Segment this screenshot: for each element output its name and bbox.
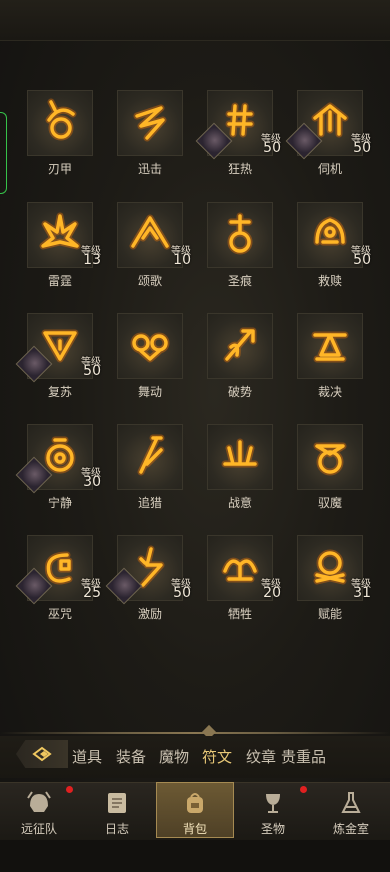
rune-tile xyxy=(207,202,273,268)
collapse-button[interactable] xyxy=(16,740,68,768)
nav-item[interactable]: 炼金室 xyxy=(312,782,390,838)
level-value: 50 xyxy=(353,140,371,156)
nav-label: 炼金室 xyxy=(332,822,369,836)
level-value: 20 xyxy=(263,585,281,601)
rune-name: 狂热 xyxy=(227,162,252,176)
backpack-icon xyxy=(187,793,203,813)
nav-label: 日志 xyxy=(104,822,129,836)
rune-tile xyxy=(207,424,273,490)
tab-category[interactable]: 装备 xyxy=(116,746,146,767)
rune-name: 复苏 xyxy=(47,385,72,399)
rune-name: 宁静 xyxy=(47,496,72,510)
nav-label: 圣物 xyxy=(260,822,285,836)
rune-name: 圣痕 xyxy=(227,274,252,288)
rune-name: 救赎 xyxy=(317,274,342,288)
helmet-icon xyxy=(27,791,51,812)
rune-name: 战意 xyxy=(227,496,252,510)
rune-glyph-icon xyxy=(223,327,257,363)
scroll-icon xyxy=(108,793,126,813)
rune-name: 巫咒 xyxy=(47,607,72,621)
rune-name: 追猎 xyxy=(137,496,162,510)
alchemy-icon xyxy=(341,792,361,813)
rune-name: 颂歌 xyxy=(137,274,162,288)
rune-name: 雷霆 xyxy=(47,274,72,288)
tab-category[interactable]: 道具 xyxy=(72,746,102,767)
level-value: 50 xyxy=(173,585,191,601)
level-value: 50 xyxy=(83,363,101,379)
rune-name: 迅击 xyxy=(137,162,162,176)
rune-tile xyxy=(117,90,183,156)
rune-name: 破势 xyxy=(227,385,252,399)
rune-tile xyxy=(297,313,363,379)
rune-name: 裁决 xyxy=(317,385,342,399)
tab-category[interactable]: 符文 xyxy=(202,746,232,767)
rune-tile xyxy=(117,313,183,379)
rune-glyph-icon xyxy=(311,331,349,363)
level-value: 13 xyxy=(83,252,101,268)
notification-badge xyxy=(66,786,73,793)
chalice-icon xyxy=(266,794,280,813)
rune-glyph-icon xyxy=(130,332,170,363)
rune-tile xyxy=(297,424,363,490)
diamond-arrow-icon xyxy=(32,746,52,762)
rune-name: 驭魔 xyxy=(317,496,342,510)
footer-bar xyxy=(0,840,390,872)
rune-glyph-icon xyxy=(313,442,347,476)
rune-tile xyxy=(117,424,183,490)
nav-label: 远征队 xyxy=(20,822,57,836)
rune-glyph-icon xyxy=(227,212,253,255)
rune-tile xyxy=(27,90,93,156)
nav-item[interactable]: 圣物 xyxy=(234,782,312,838)
rune-name: 激励 xyxy=(137,607,162,621)
tab-category[interactable]: 纹章 xyxy=(246,746,276,767)
rune-name: 伺机 xyxy=(317,162,342,176)
nav-item[interactable]: 背包 xyxy=(156,782,234,838)
nav-label: 背包 xyxy=(182,822,207,836)
nav-item[interactable]: 远征队 xyxy=(0,782,78,838)
divider xyxy=(0,732,390,734)
rune-name: 牺牲 xyxy=(227,607,252,621)
rune-glyph-icon xyxy=(137,434,165,476)
notification-badge xyxy=(300,786,307,793)
rune-glyph-icon xyxy=(45,98,77,141)
rune-name: 刃甲 xyxy=(47,162,72,176)
rune-glyph-icon xyxy=(221,438,259,468)
level-value: 31 xyxy=(353,585,371,601)
rune-tile xyxy=(207,313,273,379)
level-value: 25 xyxy=(83,585,101,601)
rune-grid: 刃甲 迅击 等级 50 狂热 等级 50 伺机 等级 13 雷霆 等级 10 颂歌 圣痕 等级 50 救赎 等级 50… xyxy=(0,0,390,700)
level-value: 50 xyxy=(353,252,371,268)
tab-category[interactable]: 魔物 xyxy=(159,746,189,767)
rune-name: 舞动 xyxy=(137,385,162,399)
level-value: 30 xyxy=(83,474,101,490)
level-value: 10 xyxy=(173,252,191,268)
nav-item[interactable]: 日志 xyxy=(78,782,156,838)
rune-glyph-icon xyxy=(133,104,167,142)
rune-name: 赋能 xyxy=(317,607,342,621)
level-value: 50 xyxy=(263,140,281,156)
tab-category[interactable]: 贵重品 xyxy=(281,746,326,767)
